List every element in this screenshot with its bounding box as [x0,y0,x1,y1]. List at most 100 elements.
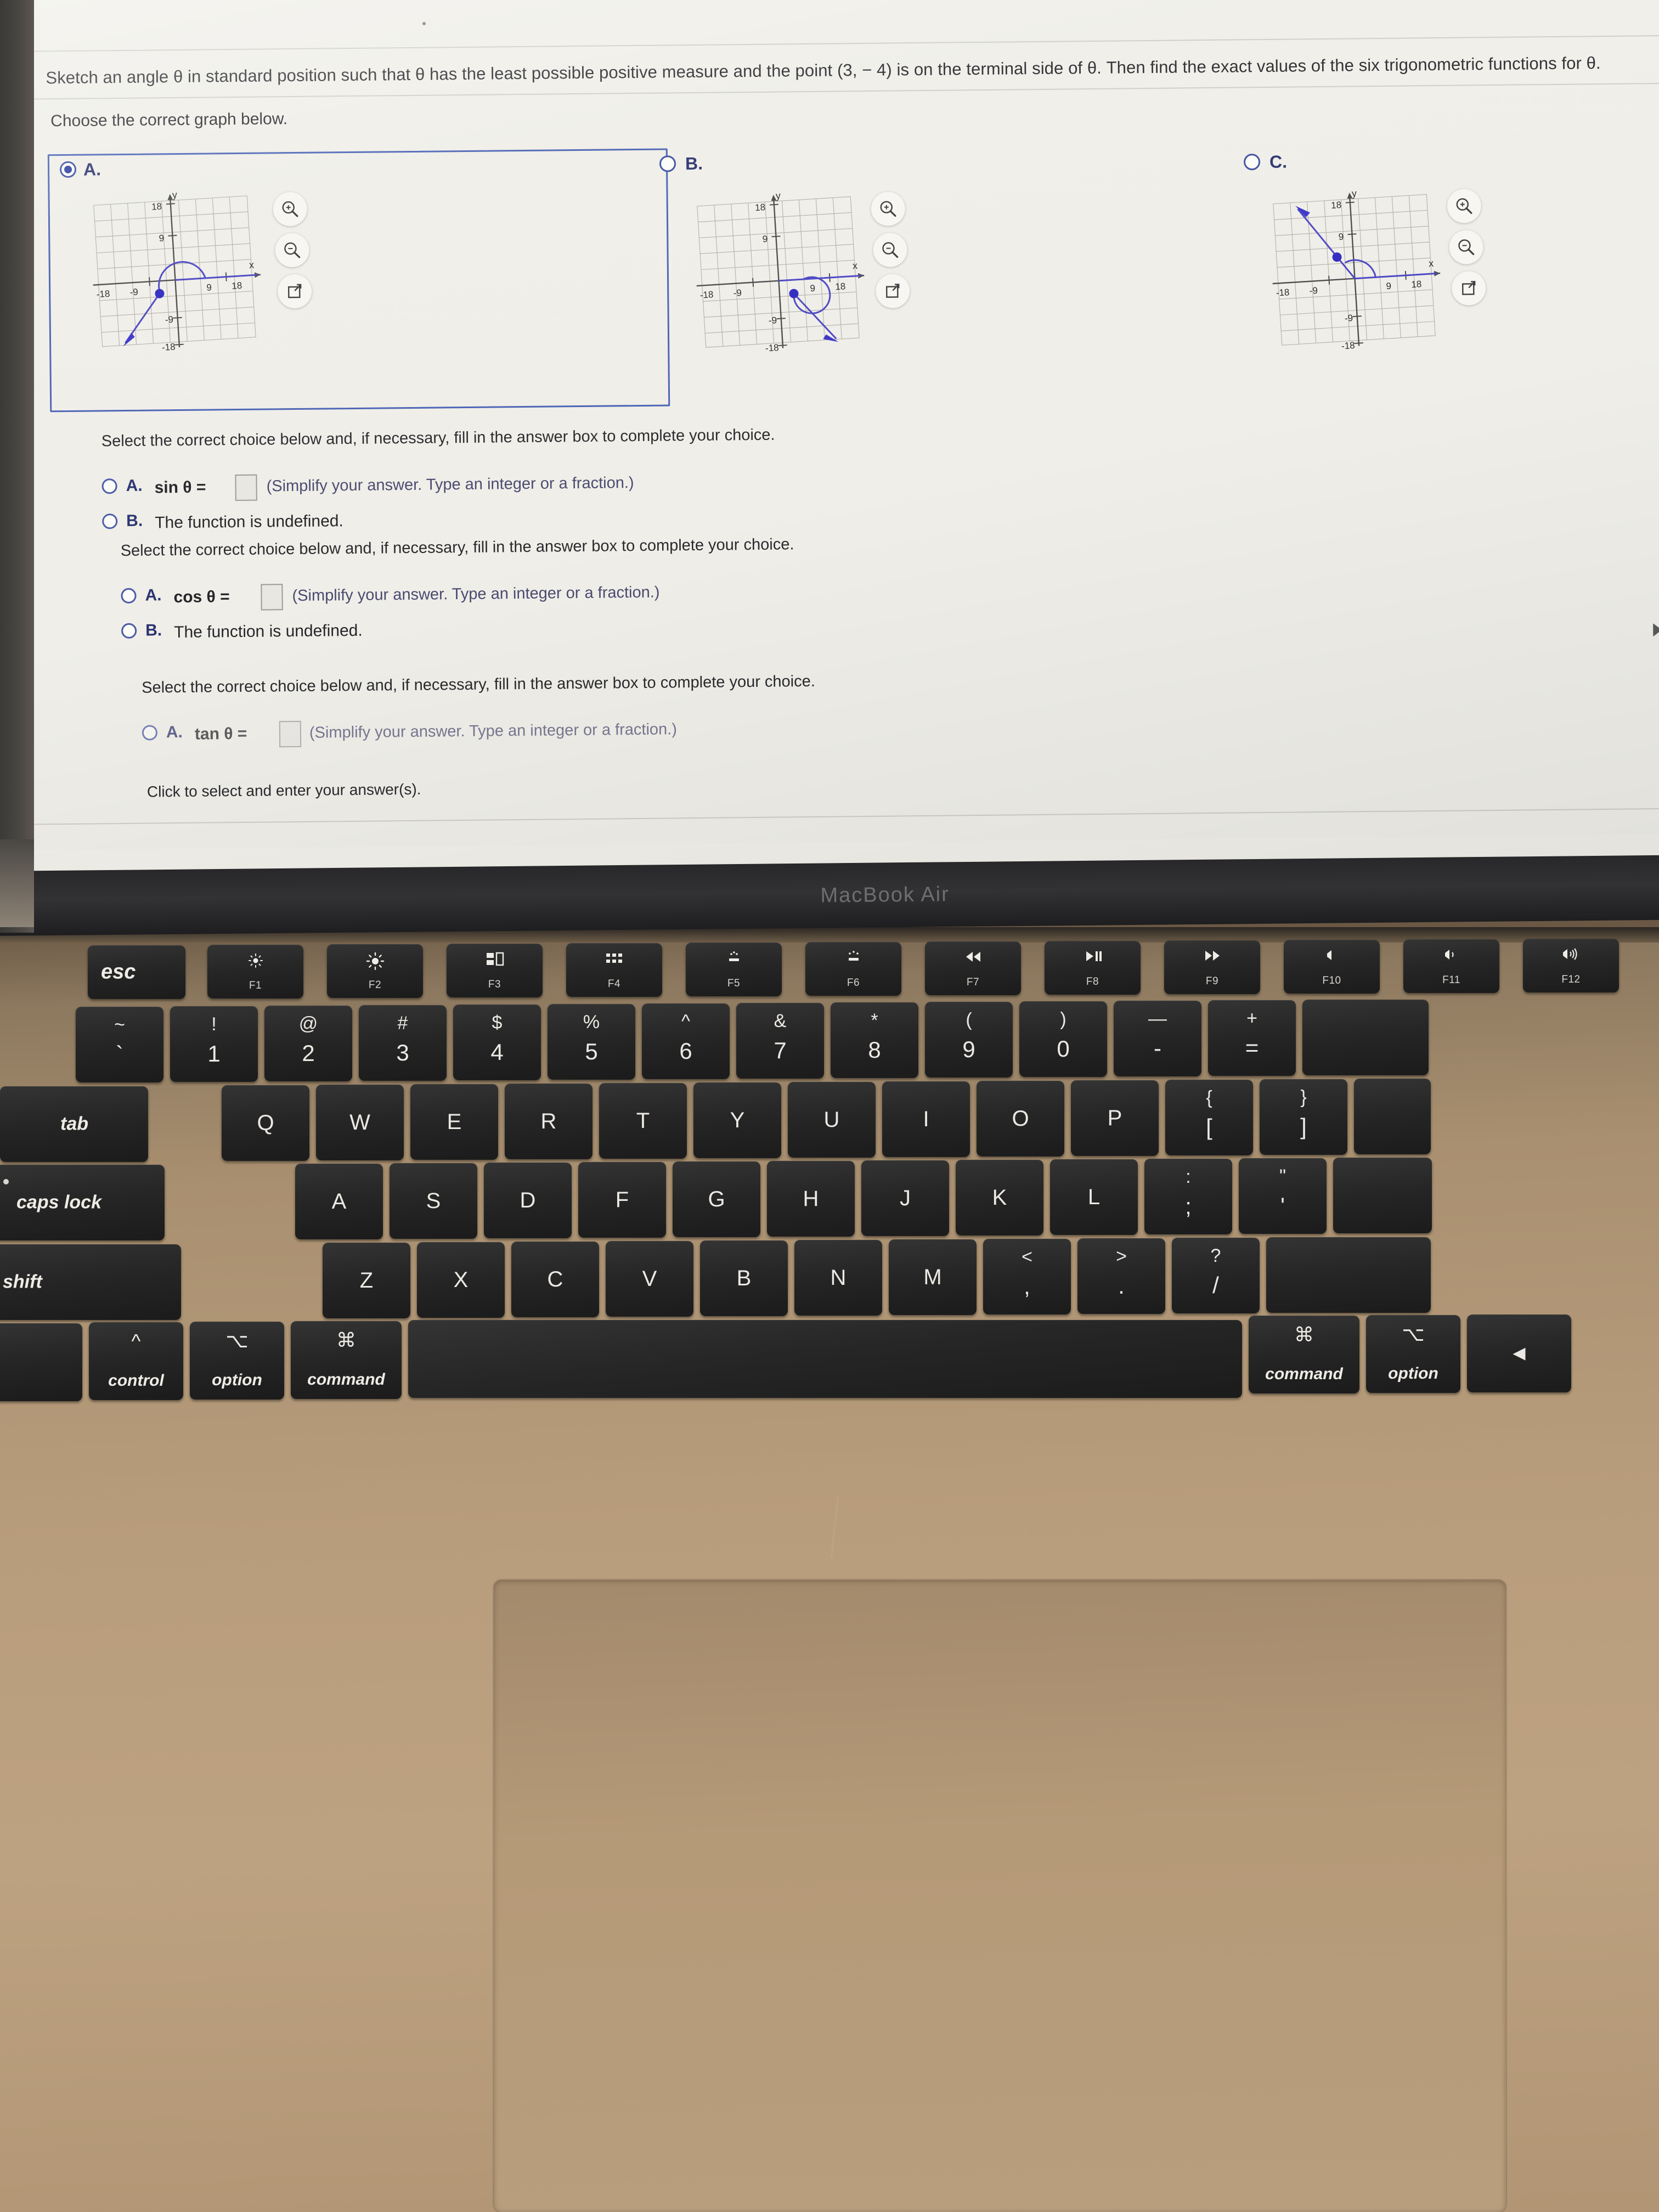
key-space[interactable] [408,1320,1242,1398]
key-x[interactable]: X [417,1242,505,1318]
key-f4[interactable]: F4 [566,943,662,997]
key-shift-left[interactable]: shift [0,1244,181,1320]
answer-b-radio[interactable] [121,623,137,639]
key-u[interactable]: U [788,1082,876,1158]
key-c[interactable]: C [511,1242,599,1317]
key-f3[interactable]: F3 [447,944,543,997]
key-f6[interactable]: F6 [805,942,901,996]
key-a[interactable]: A [295,1164,383,1239]
key-tab[interactable]: tab [0,1086,148,1162]
key-shift-right[interactable] [1266,1237,1431,1313]
key-esc[interactable]: esc [88,945,185,999]
key-e[interactable]: E [410,1084,498,1160]
key-f7[interactable]: F7 [925,941,1021,995]
key-l[interactable]: L [1050,1159,1138,1235]
key-d[interactable]: D [484,1163,572,1238]
key-left-bracket[interactable]: { [ [1165,1080,1253,1155]
answer-choice-b-row[interactable]: B. The function is undefined. [102,506,776,537]
key-k[interactable]: K [956,1160,1043,1235]
key-comma[interactable]: < , [983,1239,1071,1314]
key-7[interactable]: & 7 [736,1003,824,1079]
key-9[interactable]: ( 9 [925,1002,1013,1077]
key-b[interactable]: B [700,1240,788,1316]
key-command-right[interactable]: ⌘ command [1249,1316,1359,1393]
key-8[interactable]: * 8 [831,1002,918,1078]
key-p[interactable]: P [1071,1080,1159,1156]
key-f10[interactable]: F10 [1284,940,1380,994]
key-f5[interactable]: F5 [686,943,782,996]
key-quote[interactable]: " ' [1239,1158,1327,1234]
key-i[interactable]: I [882,1081,970,1157]
key-command-left[interactable]: ⌘ command [291,1321,402,1399]
key-m[interactable]: M [889,1239,977,1315]
trackpad[interactable] [494,1580,1506,2212]
key-slash[interactable]: ? / [1172,1238,1260,1313]
answer-a-radio[interactable] [142,725,158,741]
answer-a-input[interactable] [279,720,302,748]
zoom-out-icon[interactable] [873,233,907,267]
key-backslash[interactable] [1354,1079,1431,1154]
key-n[interactable]: N [794,1240,882,1316]
scroll-right-arrow-icon[interactable] [1653,623,1659,637]
key-3[interactable]: # 3 [359,1005,447,1081]
answer-choice-a-row[interactable]: A. sin θ = (Simplify your answer. Type a… [101,471,775,501]
answer-a-radio[interactable] [121,588,137,604]
key-f[interactable]: F [578,1162,666,1238]
key-period[interactable]: > . [1077,1238,1165,1314]
key-z[interactable]: Z [323,1243,410,1318]
graph-option-a-radio[interactable] [59,161,77,178]
answer-choice-a-row[interactable]: A. tan θ = (Simplify your answer. Type a… [142,717,816,748]
answer-a-radio[interactable] [101,478,117,494]
key-y[interactable]: Y [693,1082,781,1158]
zoom-out-icon[interactable] [1449,230,1483,264]
graph-option-c-radio[interactable] [1243,154,1261,171]
key-4[interactable]: $ 4 [453,1005,541,1080]
expand-icon[interactable] [1451,271,1486,306]
key-q[interactable]: Q [222,1085,309,1161]
graph-c[interactable]: y x 18 9 -18 -9 9 18 -9 -18 [1266,188,1449,360]
key-caps-lock[interactable]: caps lock [0,1165,165,1240]
graph-a[interactable]: y x 18 9 -18 -9 9 18 -9 -18 [86,189,269,361]
key-j[interactable]: J [861,1160,949,1236]
key-2[interactable]: @ 2 [264,1006,352,1081]
key-return[interactable] [1333,1158,1432,1233]
key-semicolon[interactable]: : ; [1144,1159,1232,1234]
answer-choice-b-row[interactable]: B. The function is undefined. [121,615,795,646]
key-s[interactable]: S [390,1163,477,1239]
key-g[interactable]: G [673,1161,760,1237]
key-w[interactable]: W [316,1085,404,1160]
key-option-right[interactable]: ⌥ option [1366,1315,1460,1393]
key-f8[interactable]: F8 [1045,941,1141,995]
key-h[interactable]: H [767,1161,855,1237]
key-f9[interactable]: F9 [1164,940,1260,994]
key-f12[interactable]: F12 [1523,939,1619,992]
key-control[interactable]: ^ control [89,1322,183,1400]
expand-icon[interactable] [277,274,312,309]
key-o[interactable]: O [977,1081,1064,1156]
key-1[interactable]: ! 1 [170,1006,258,1082]
key-t[interactable]: T [599,1083,687,1159]
key-v[interactable]: V [606,1241,693,1317]
graph-b[interactable]: y x 18 9 -18 -9 9 18 -9 -18 [690,190,873,362]
expand-icon[interactable] [875,274,910,308]
answer-a-input[interactable] [235,474,257,501]
key-right-bracket[interactable]: } ] [1260,1079,1347,1155]
answer-choice-a-row[interactable]: A. cos θ = (Simplify your answer. Type a… [121,580,794,611]
key-r[interactable]: R [505,1084,592,1159]
graph-option-b-radio[interactable] [659,155,676,172]
zoom-in-icon[interactable] [1447,189,1482,223]
key-minus[interactable]: — - [1114,1001,1201,1076]
key-5[interactable]: % 5 [548,1004,635,1080]
answer-a-input[interactable] [261,584,283,611]
key-option-left[interactable]: ⌥ option [190,1322,284,1400]
key-equals[interactable]: + = [1208,1000,1296,1076]
key-delete[interactable] [1302,1000,1429,1075]
zoom-out-icon[interactable] [275,233,309,268]
zoom-in-icon[interactable] [273,191,308,227]
zoom-in-icon[interactable] [871,191,906,226]
key-arrow-left[interactable]: ◀ [1467,1314,1571,1392]
key-f11[interactable]: F11 [1403,939,1499,993]
key-backtick[interactable]: ~ ` [76,1007,163,1082]
key-0[interactable]: ) 0 [1019,1001,1107,1077]
key-f2[interactable]: F2 [327,944,423,998]
